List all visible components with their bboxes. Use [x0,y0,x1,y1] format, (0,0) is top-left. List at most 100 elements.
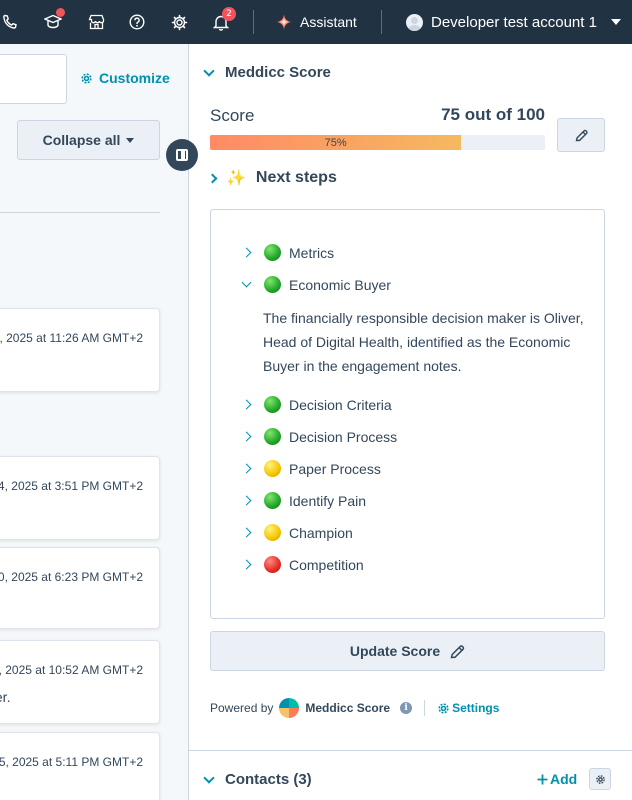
next-steps-toggle[interactable]: ✨ Next steps [207,168,337,188]
criteria-label: Decision Criteria [289,396,392,413]
assistant-sparkle-icon [276,14,292,30]
criteria-label: Identify Pain [289,492,367,509]
add-contact-link[interactable]: Add [537,771,577,787]
edit-score-button[interactable] [557,118,605,152]
yellow-status-icon [264,460,281,477]
criteria-label: Champion [289,524,353,541]
chevron-down-icon [610,19,621,25]
criteria-item-metrics[interactable]: Metrics [241,244,335,261]
activity-card[interactable]: 0, 2025 at 6:23 PM GMT+2 [0,547,160,629]
chevron-right-icon [241,463,252,474]
contacts-settings-button[interactable] [589,768,611,790]
activity-date: 4, 2025 at 3:51 PM GMT+2 [0,479,143,493]
gear-icon [438,702,449,714]
gear-icon [595,774,605,784]
activity-body-text: ter. [0,689,11,705]
divider [0,212,160,213]
score-progress-bar: 75% [210,135,545,150]
contacts-section-title: Contacts (3) [225,771,312,788]
chevron-right-icon [241,399,252,410]
green-status-icon [264,244,281,261]
activity-card[interactable]: 4, 2025 at 3:51 PM GMT+2 [0,456,160,540]
settings-link[interactable]: Settings [437,701,499,715]
caret-down-icon [126,137,135,143]
assistant-button[interactable]: Assistant [276,11,357,33]
update-score-label: Update Score [349,643,441,659]
criteria-item-decision-criteria[interactable]: Decision Criteria [241,396,392,413]
criteria-item-champion[interactable]: Champion [241,524,353,541]
account-name: Developer test account 1 [431,13,597,31]
score-progress-fill: 75% [210,135,462,150]
criteria-label: Metrics [289,244,335,261]
economic-buyer-description: The financially responsible decision mak… [263,310,584,374]
next-steps-label: Next steps [255,169,337,186]
activity-card[interactable]: 5, 2025 at 5:11 PM GMT+2 [0,732,160,800]
red-status-icon [264,556,281,573]
green-status-icon [264,396,281,413]
activity-date: , 2025 at 10:52 AM GMT+2 [0,663,143,677]
brand-name: Meddicc Score [305,701,391,715]
yellow-status-icon [264,524,281,541]
academy-notification-dot [56,8,65,17]
score-label: Score [210,106,255,125]
chevron-down-icon [241,277,252,288]
green-status-icon [264,428,281,445]
criteria-label: Decision Process [289,428,398,445]
meddicc-logo [279,698,300,718]
score-value: 75 out of 100 [441,105,545,124]
phone-icon[interactable] [0,12,20,32]
criteria-item-economic-buyer[interactable]: Economic Buyer [241,276,391,293]
collapse-all-button[interactable]: Collapse all [17,120,160,160]
criteria-item-identify-pain[interactable]: Identify Pain [241,492,367,509]
sidebar-toggle-button[interactable] [166,139,198,171]
score-progress-text: 75% [324,136,347,149]
divider [424,700,426,716]
chevron-down-icon [203,771,215,784]
assistant-label: Assistant [300,14,357,30]
criteria-item-decision-process[interactable]: Decision Process [241,428,398,445]
chevron-right-icon [241,431,252,442]
customize-link[interactable]: Customize [80,70,170,86]
add-label: Add [550,771,578,787]
activity-date: 0, 2025 at 6:23 PM GMT+2 [0,570,143,584]
nav-divider [381,10,382,34]
chevron-right-icon [241,495,252,506]
customize-label: Customize [99,70,170,86]
criteria-item-paper-process[interactable]: Paper Process [241,460,381,477]
meddicc-criteria-list: Metrics Economic Buyer The financially r… [210,209,605,619]
gear-icon [81,72,92,84]
settings-label: Settings [452,701,500,715]
avatar [406,13,423,31]
criteria-label: Economic Buyer [289,276,391,293]
marketplace-icon[interactable] [86,12,106,32]
sparkles-icon: ✨ [226,170,246,187]
activity-card[interactable]: , 2025 at 11:26 AM GMT+2 [0,308,160,392]
meddicc-section-header[interactable]: Meddicc Score [203,64,331,81]
meddicc-section-title: Meddicc Score [225,64,331,81]
activity-card[interactable]: , 2025 at 10:52 AM GMT+2 ter. [0,640,160,724]
panel-icon [176,149,188,161]
settings-icon[interactable] [169,12,189,32]
chevron-right-icon [241,559,252,570]
nav-divider [253,10,254,34]
criteria-item-competition[interactable]: Competition [241,556,364,573]
account-menu[interactable]: Developer test account 1 [406,10,621,34]
contacts-section-header[interactable]: Contacts (3) [203,771,312,788]
green-status-icon [264,492,281,509]
pencil-icon [575,129,588,141]
criteria-label: Competition [289,556,364,573]
top-navigation-bar: 2 Assistant Developer test account 1 [0,0,632,44]
help-icon[interactable] [127,12,147,32]
criteria-label: Paper Process [289,460,381,477]
collapse-all-label: Collapse all [42,132,121,148]
chevron-right-icon [241,527,252,538]
activity-date: , 2025 at 11:26 AM GMT+2 [0,331,143,345]
chevron-right-icon [241,247,252,258]
right-sidebar: Meddicc Score Score 75 out of 100 75% ✨ … [188,44,632,800]
info-icon[interactable]: i [400,702,413,714]
green-status-icon [264,276,281,293]
powered-by-footer: Powered by Meddicc Score i Settings [210,698,499,718]
powered-by-label: Powered by [210,701,274,715]
update-score-button[interactable]: Update Score [210,631,605,671]
search-input[interactable] [0,54,67,104]
